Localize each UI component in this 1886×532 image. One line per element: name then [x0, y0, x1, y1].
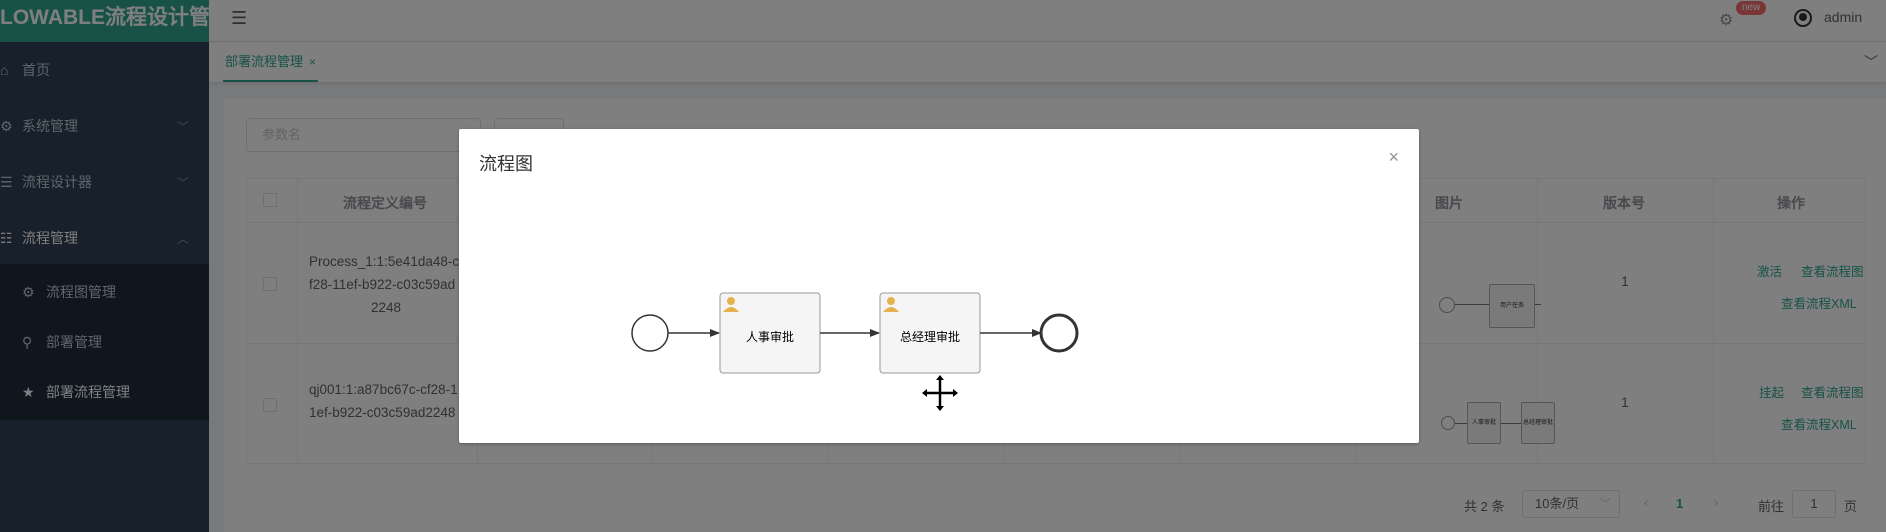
user-task-hr-approval[interactable]: 人事审批: [719, 292, 821, 374]
task-label: 总经理审批: [900, 329, 960, 344]
user-task-gm-approval[interactable]: 总经理审批: [879, 292, 981, 374]
task-label: 人事审批: [746, 329, 794, 344]
end-event[interactable]: [1039, 313, 1079, 353]
start-event[interactable]: [631, 314, 669, 352]
process-diagram-dialog: 流程图 × 人事审批 总经理审批: [459, 129, 1419, 443]
move-cursor-icon: [922, 375, 958, 411]
